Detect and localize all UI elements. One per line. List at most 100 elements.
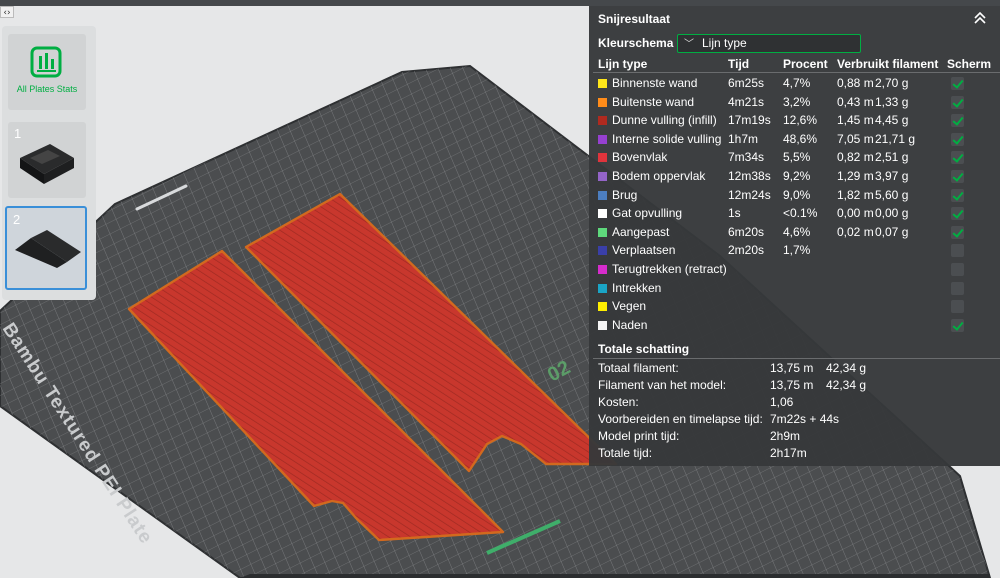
header-time: Tijd <box>728 57 750 71</box>
filament-weight: 0,07 g <box>875 224 909 239</box>
line-type-percent: 4,6% <box>783 224 811 239</box>
line-type-percent: <0.1% <box>783 206 818 221</box>
all-plates-label: All Plates Stats <box>16 84 78 94</box>
color-swatch <box>598 320 607 330</box>
table-row: Interne solide vulling 1h7m 48,6% 7,05 m 21,… <box>589 130 1000 149</box>
color-scheme-dropdown[interactable]: ﹀ Lijn type <box>677 34 861 53</box>
line-type-time: 7m34s <box>728 150 765 165</box>
filament-weight: 0,00 g <box>875 206 909 221</box>
color-swatch <box>598 79 607 88</box>
line-type-percent: 12,6% <box>783 113 818 128</box>
table-row: Gat opvulling 1s <0.1% 0,00 m 0,00 g <box>589 204 1000 223</box>
divider <box>593 358 1000 359</box>
display-checkbox[interactable] <box>951 318 964 332</box>
totals-title: Totale schatting <box>598 342 690 356</box>
display-checkbox[interactable] <box>951 188 964 202</box>
plate-number: 2 <box>13 212 21 227</box>
line-type-name: Terugtrekken (retract) <box>612 261 727 276</box>
header-display: Scherm <box>947 57 992 71</box>
total-value: 7m22s + 44s <box>770 412 840 426</box>
total-label: Totale tijd: <box>598 446 653 460</box>
display-checkbox[interactable] <box>951 95 964 109</box>
line-type-percent: 48,6% <box>783 131 818 146</box>
total-value-secondary: 42,34 g <box>826 361 867 375</box>
filament-length: 0,88 m <box>837 76 874 90</box>
table-row: Bodem oppervlak 12m38s 9,2% 1,29 m 3,97 g <box>589 167 1000 186</box>
table-row: Naden <box>589 316 1000 335</box>
filament-weight: 4,45 g <box>875 113 909 128</box>
color-scheme-label: Kleurschema <box>598 36 674 50</box>
line-type-name: Buitenste wand <box>612 94 695 109</box>
filament-weight: 1,33 g <box>875 94 909 109</box>
color-swatch <box>598 97 607 107</box>
all-plates-stats-button[interactable]: All Plates Stats <box>8 34 86 110</box>
total-value: 13,75 m <box>770 361 814 375</box>
total-value-secondary: 42,34 g <box>826 378 867 392</box>
line-type-time: 17m19s <box>728 113 771 128</box>
display-checkbox[interactable] <box>951 300 964 314</box>
display-checkbox[interactable] <box>951 281 964 295</box>
line-type-percent: 9,2% <box>783 168 811 183</box>
collapse-panel-icon[interactable] <box>972 11 988 25</box>
color-swatch <box>598 171 607 181</box>
table-row: Terugtrekken (retract) <box>589 260 1000 279</box>
display-checkbox[interactable] <box>951 225 964 239</box>
color-swatch <box>598 116 607 126</box>
filament-weight: 21,71 g <box>875 131 916 146</box>
line-type-table: Binnenste wand 6m25s 4,7% 0,88 m 2,70 g Buite… <box>589 74 1000 334</box>
display-checkbox[interactable] <box>951 207 964 221</box>
header-percent: Procent <box>783 57 828 71</box>
table-row: Brug 12m24s 9,0% 1,82 m 5,60 g <box>589 186 1000 205</box>
line-type-name: Dunne vulling (infill) <box>612 113 717 128</box>
table-row: Dunne vulling (infill) 17m19s 12,6% 1,45 m4… <box>589 111 1000 130</box>
line-type-name: Binnenste wand <box>612 76 698 90</box>
line-type-name: Brug <box>612 187 638 202</box>
display-checkbox[interactable] <box>951 132 964 146</box>
filament-length: 7,05 m <box>837 131 874 146</box>
line-type-name: Naden <box>612 317 648 332</box>
total-label: Model print tijd: <box>598 429 680 443</box>
plate-front-edge <box>240 574 990 578</box>
sidebar-toggle-button[interactable]: ‹› <box>0 6 14 18</box>
display-checkbox[interactable] <box>951 114 964 128</box>
table-row: Bovenvlak 7m34s 5,5% 0,82 m 2,51 g <box>589 148 1000 167</box>
display-checkbox[interactable] <box>951 77 964 90</box>
plate-thumbnail-2[interactable]: 2 <box>5 206 87 290</box>
plate-thumbnail-1[interactable]: 1 <box>8 122 86 198</box>
line-type-percent: 3,2% <box>783 94 811 109</box>
line-type-time: 1s <box>728 206 741 221</box>
color-swatch <box>598 134 607 144</box>
line-type-time: 6m25s <box>728 76 765 90</box>
color-swatch <box>598 190 607 200</box>
filament-weight: 2,51 g <box>875 150 909 165</box>
display-checkbox[interactable] <box>951 151 964 165</box>
plate-list: All Plates Stats 1 2 <box>2 26 96 300</box>
table-row: Binnenste wand 6m25s 4,7% 0,88 m 2,70 g <box>589 74 1000 93</box>
slicing-result-panel: Snijresultaat Kleurschema ﹀ Lijn type Lij… <box>589 6 1000 466</box>
chevron-down-icon: ﹀ <box>684 39 694 50</box>
table-row: Intrekken <box>589 279 1000 298</box>
header-line-type: Lijn type <box>598 57 648 71</box>
filament-weight: 2,70 g <box>875 76 909 90</box>
line-type-time: 6m20s <box>728 224 765 239</box>
line-type-time: 2m20s <box>728 243 765 258</box>
total-value: 2h17m <box>770 446 807 460</box>
line-type-name: Interne solide vulling <box>612 131 722 146</box>
display-checkbox[interactable] <box>951 169 964 183</box>
line-type-percent: 4,7% <box>783 76 811 90</box>
line-type-time: 4m21s <box>728 94 765 109</box>
display-checkbox[interactable] <box>951 244 964 258</box>
line-type-percent: 9,0% <box>783 187 811 202</box>
total-label: Totaal filament: <box>598 361 679 375</box>
line-type-name: Gat opvulling <box>612 206 683 221</box>
color-swatch <box>598 246 607 256</box>
header-filament: Verbruikt filament <box>837 57 939 71</box>
total-value: 2h9m <box>770 429 801 443</box>
filament-length: 0,02 m <box>837 224 874 239</box>
filament-length: 0,00 m <box>837 206 874 221</box>
display-checkbox[interactable] <box>951 262 964 276</box>
line-type-time: 12m38s <box>728 168 771 183</box>
line-type-name: Verplaatsen <box>612 243 676 258</box>
filament-length: 1,29 m <box>837 168 874 183</box>
color-swatch <box>598 264 607 274</box>
